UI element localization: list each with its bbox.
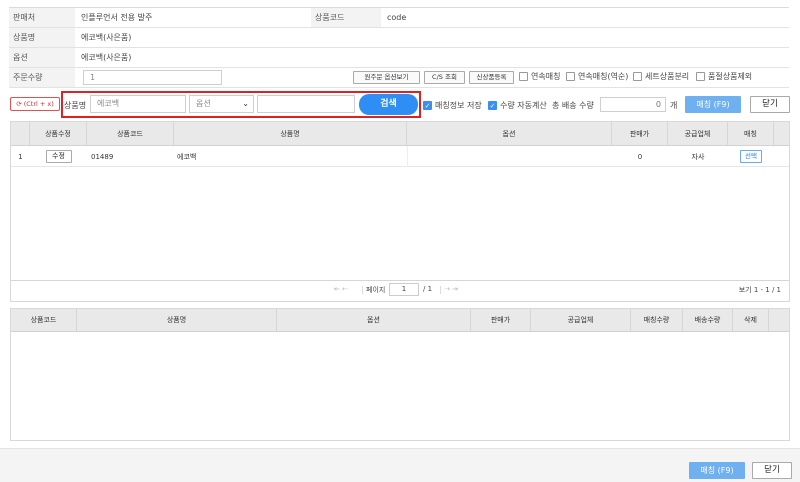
product-name-value: 에코백(사은품) [81,33,132,42]
table-row[interactable]: 1 수정 01489 에코백 0 자사 선택 [11,146,789,167]
total-qty-label: 총 배송 수량 [552,101,594,110]
select-button[interactable]: 선택 [740,150,762,163]
pager-divider: | [439,285,442,294]
cs-lookup-button[interactable]: C/S 조회 [424,71,465,84]
view-original-options-button[interactable]: 원주문 옵션보기 [353,71,420,84]
pager: ⇤ ⇠ | 페이지 1 / 1 | ⇢ ⇥ 보기 1 - 1 / 1 [11,280,789,298]
grid2-header-price: 판매가 [471,309,531,331]
exclude-soldout-checkbox[interactable]: 품절상품제외 [696,71,752,82]
row-code: 01489 [91,152,114,161]
product-code-value: code [387,13,407,22]
match-button-bottom[interactable]: 매칭 (F9) [689,462,745,479]
checkmark-icon: ✓ [423,101,432,110]
grid-header-name: 상품명 [174,122,407,145]
info-row-seller: 판매처 인플루언서 전용 발주 상품코드 code [9,8,789,28]
option-select[interactable]: 옵션 ⌄ [189,95,254,113]
row-match-cell: 선택 [728,146,774,167]
exclude-soldout-label: 품절상품제외 [708,72,753,81]
pager-view-info: 보기 1 - 1 / 1 [738,286,781,294]
row-price: 0 [637,152,643,161]
checkbox-icon [566,72,575,81]
checkbox-icon [633,72,642,81]
set-split-label: 세트상품분리 [645,72,690,81]
product-search-grid: 상품수정 상품코드 상품명 옵션 판매가 공급업체 매칭 1 수정 01489 … [10,121,790,302]
total-qty-input[interactable]: 0 [600,97,666,112]
refresh-button[interactable]: ⟳ (Ctrl + x) [10,97,60,111]
row-option [407,146,612,167]
search-button[interactable]: 검색 [359,94,418,115]
info-row-qty: 주문수량 1 원주문 옵션보기 C/S 조회 신상품등록 연속매칭 연속매칭(역… [9,68,789,88]
checkbox-icon [696,72,705,81]
save-matching-label: 매칭정보 저장 [435,101,482,110]
seller-label: 판매처 [9,8,75,27]
close-button-bottom[interactable]: 닫기 [752,462,792,479]
grid-header-price: 판매가 [612,122,668,145]
product-search-input[interactable]: 에코백 [90,95,186,113]
new-product-button[interactable]: 신상품등록 [469,71,514,84]
close-button-top[interactable]: 닫기 [750,96,790,113]
product-name-label: 상품명 [9,28,75,47]
grid-header-code: 상품코드 [87,122,174,145]
chevron-down-icon: ⌄ [242,99,249,108]
info-row-product: 상품명 에코백(사은품) [9,28,789,48]
grid-header-num [11,122,30,145]
grid2-header-match-qty: 매칭수량 [631,309,683,331]
continuous-reverse-label: 연속매칭(역순) [578,72,629,81]
auto-qty-label: 수량 자동계산 [500,101,547,110]
grid-header: 상품코드 상품명 옵션 판매가 공급업체 매칭수량 배송수량 삭제 [11,309,789,332]
grid2-header-code: 상품코드 [11,309,77,331]
auto-qty-checkbox[interactable]: ✓ 수량 자동계산 [488,100,547,111]
search-product-label: 상품명 [64,101,87,110]
row-name: 에코백 [177,152,197,161]
pager-page-label: 페이지 [366,286,386,294]
order-qty-input[interactable]: 1 [83,70,222,85]
option-label: 옵션 [9,48,75,67]
row-supplier: 자사 [691,152,705,161]
order-qty-label: 주문수량 [9,68,75,87]
grid2-header-supplier: 공급업체 [531,309,631,331]
set-split-checkbox[interactable]: 세트상품분리 [633,71,689,82]
refresh-icon: ⟳ [16,100,22,108]
info-row-option: 옵션 에코백(사은품) [9,48,789,68]
grid2-header-option: 옵션 [277,309,471,331]
grid-header: 상품수정 상품코드 상품명 옵션 판매가 공급업체 매칭 [11,122,789,146]
pager-divider: | [361,285,364,294]
checkmark-icon: ✓ [488,101,497,110]
row-edit-cell: 수정 [30,146,87,167]
pager-page-input[interactable]: 1 [389,283,419,296]
pager-total: / 1 [423,285,433,293]
unit-label: 개 [670,101,678,110]
save-matching-checkbox[interactable]: ✓ 매칭정보 저장 [423,100,482,111]
edit-button[interactable]: 수정 [45,150,72,163]
footer-bar: 매칭 (F9) 닫기 [0,448,800,482]
refresh-shortcut-label: (Ctrl + x) [23,100,54,108]
matched-items-grid: 상품코드 상품명 옵션 판매가 공급업체 매칭수량 배송수량 삭제 [10,308,790,441]
grid2-header-ship-qty: 배송수량 [683,309,733,331]
grid-header-option: 옵션 [407,122,612,145]
match-button-top[interactable]: 매칭 (F9) [685,96,741,113]
extra-search-input[interactable] [257,95,355,113]
continuous-match-label: 연속매칭 [531,72,561,81]
row-number: 1 [18,152,23,161]
order-info-table: 판매처 인플루언서 전용 발주 상품코드 code 상품명 에코백(사은품) 옵… [9,7,789,88]
checkbox-icon [519,72,528,81]
continuous-match-checkbox[interactable]: 연속매칭 [519,71,560,82]
grid2-header-delete: 삭제 [733,309,769,331]
grid2-header-name: 상품명 [77,309,277,331]
option-select-value: 옵션 [196,99,211,108]
grid-header-match: 매칭 [728,122,774,145]
option-value: 에코백(사은품) [81,53,132,62]
seller-value: 인플루언서 전용 발주 [81,13,153,22]
continuous-reverse-checkbox[interactable]: 연속매칭(역순) [566,71,628,82]
grid-header-supplier: 공급업체 [668,122,728,145]
product-code-label: 상품코드 [311,8,381,27]
grid-header-edit: 상품수정 [30,122,87,145]
pager-next-last-icon[interactable]: ⇢ ⇥ [444,285,458,293]
pager-first-prev-icon[interactable]: ⇤ ⇠ [334,285,348,293]
